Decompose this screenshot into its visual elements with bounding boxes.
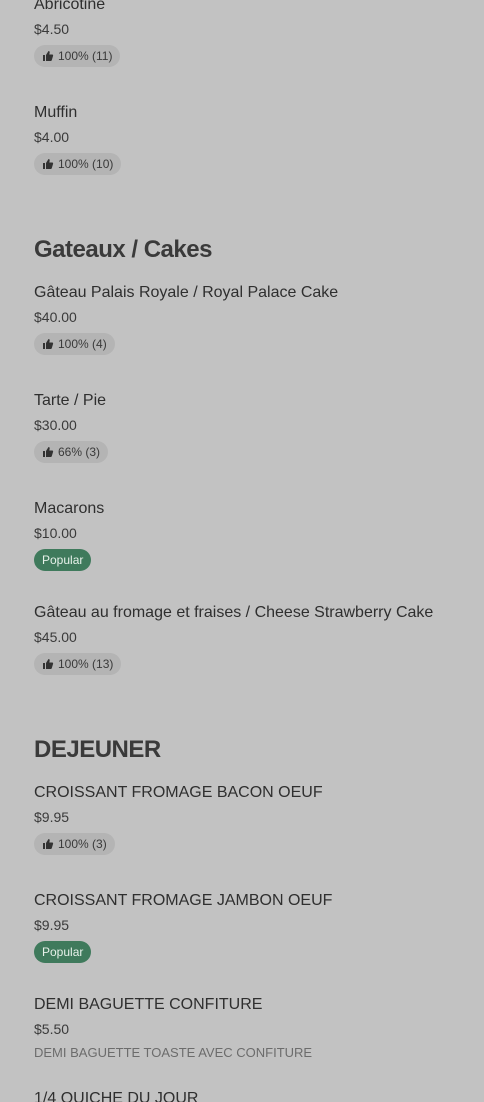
thumbs-up-icon [43,51,54,61]
menu-item[interactable]: Tarte / Pie $30.00 66% (3) [34,391,464,463]
item-price: $9.95 [34,917,70,933]
item-name: Tarte / Pie [34,392,107,409]
menu-item[interactable]: DEMI BAGUETTE CONFITURE $5.50 DEMI BAGUE… [34,995,464,1062]
section-title: Gateaux / Cakes [34,236,212,263]
item-name: 1/4 QUICHE DU JOUR [34,1090,199,1102]
menu-page: Abricotine $4.50 100% (11) Muffin $4.00 … [0,0,484,1102]
item-name: DEMI BAGUETTE CONFITURE [34,996,263,1013]
menu-item[interactable]: Macarons $10.00 Popular [34,499,464,571]
item-name: Gâteau Palais Royale / Royal Palace Cake [34,284,339,301]
menu-item[interactable]: CROISSANT FROMAGE JAMBON OEUF $9.95 Popu… [34,891,464,963]
rating-text: 100% (10) [58,157,114,171]
item-name: CROISSANT FROMAGE BACON OEUF [34,784,323,801]
item-name: Muffin [34,104,78,121]
item-price: $4.00 [34,129,70,145]
rating-badge: 100% (4) [34,333,115,355]
thumbs-up-icon [43,839,54,849]
thumbs-up-icon [43,447,54,457]
item-price: $5.50 [34,1021,70,1037]
rating-badge: 100% (3) [34,833,115,855]
menu-item[interactable]: Gâteau Palais Royale / Royal Palace Cake… [34,283,464,355]
menu-item[interactable]: CROISSANT FROMAGE BACON OEUF $9.95 100% … [34,783,464,855]
item-name: Macarons [34,500,105,517]
thumbs-up-icon [43,339,54,349]
thumbs-up-icon [43,659,54,669]
rating-text: 100% (3) [58,837,107,851]
item-price: $30.00 [34,417,77,433]
menu-item[interactable]: 1/4 QUICHE DU JOUR [34,1089,464,1102]
rating-badge: 100% (10) [34,153,122,175]
item-name: CROISSANT FROMAGE JAMBON OEUF [34,892,333,909]
popular-badge: Popular [34,549,92,571]
thumbs-up-icon [43,159,54,169]
rating-badge: 100% (11) [34,45,121,67]
rating-badge: 100% (13) [34,653,122,675]
rating-badge: 66% (3) [34,441,109,463]
item-name: Gâteau au fromage et fraises / Cheese St… [34,604,434,621]
menu-item[interactable]: Muffin $4.00 100% (10) [34,103,464,175]
item-description: DEMI BAGUETTE TOASTE AVEC CONFITURE [34,1045,313,1060]
menu-item[interactable]: Gâteau au fromage et fraises / Cheese St… [34,603,464,675]
section-title: DEJEUNER [34,736,161,763]
rating-text: 100% (11) [58,49,113,63]
rating-text: 100% (13) [58,657,114,671]
rating-text: 66% (3) [58,445,101,459]
item-price: $9.95 [34,809,70,825]
item-price: $4.50 [34,21,70,37]
rating-text: 100% (4) [58,337,107,351]
item-price: $40.00 [34,309,77,325]
item-price: $45.00 [34,629,77,645]
popular-badge: Popular [34,941,92,963]
item-name: Abricotine [34,0,106,13]
menu-item[interactable]: Abricotine $4.50 100% (11) [34,0,464,67]
item-price: $10.00 [34,525,77,541]
